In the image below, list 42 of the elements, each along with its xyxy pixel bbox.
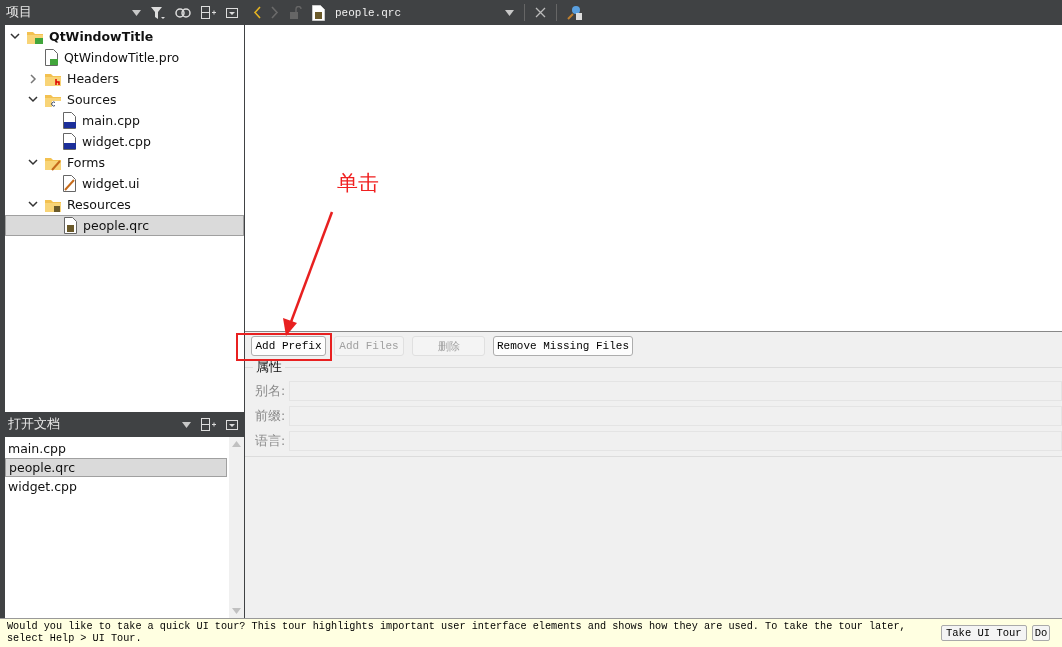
cpp-file-icon bbox=[62, 133, 77, 150]
tree-item[interactable]: Resources bbox=[5, 194, 244, 215]
document-item[interactable]: people.qrc bbox=[5, 458, 227, 477]
tree-item[interactable]: people.qrc bbox=[5, 215, 244, 236]
filter-icon[interactable] bbox=[151, 6, 165, 19]
tree-item[interactable]: widget.cpp bbox=[5, 131, 244, 152]
close-icon[interactable] bbox=[535, 7, 546, 18]
action-button[interactable]: Add Prefix bbox=[251, 336, 326, 356]
document-item[interactable]: main.cpp bbox=[5, 439, 227, 458]
document-item[interactable]: widget.cpp bbox=[5, 477, 227, 496]
ui-file-icon bbox=[62, 175, 77, 192]
tree-item[interactable]: Forms bbox=[5, 152, 244, 173]
panel-title: 项目 bbox=[6, 4, 33, 21]
close-panel-icon[interactable] bbox=[226, 419, 238, 430]
panel-title: 打开文档 bbox=[8, 416, 61, 433]
resource-file-icon bbox=[63, 217, 78, 234]
field-label: 前缀: bbox=[255, 407, 286, 425]
tree-item[interactable]: QtWindowTitle bbox=[5, 26, 244, 47]
dropdown-icon[interactable] bbox=[505, 9, 514, 16]
tour-message: Would you like to take a quick UI tour? This tour highlights important user interface elements and shows how they are used. To take the tour later, select Help > UI Tour. bbox=[6, 621, 907, 645]
split-icon[interactable] bbox=[201, 418, 216, 431]
tree-item[interactable]: widget.ui bbox=[5, 173, 244, 194]
close-panel-icon[interactable] bbox=[226, 7, 238, 18]
qt-file-icon bbox=[44, 49, 59, 66]
field-label: 语言: bbox=[255, 432, 286, 450]
tree-item[interactable]: Sources bbox=[5, 89, 244, 110]
field-label: 别名: bbox=[255, 382, 286, 400]
annotation-text: 单击 bbox=[337, 171, 379, 195]
dropdown-icon[interactable] bbox=[132, 9, 141, 16]
file-name[interactable]: people.qrc bbox=[335, 6, 495, 19]
tree-item[interactable]: main.cpp bbox=[5, 110, 244, 131]
link-icon[interactable] bbox=[175, 7, 191, 18]
tour-button[interactable]: Do bbox=[1031, 625, 1051, 641]
cpp-file-icon bbox=[62, 112, 77, 129]
back-icon[interactable] bbox=[253, 6, 261, 19]
split-icon[interactable] bbox=[201, 6, 216, 19]
tree-item[interactable]: Headers bbox=[5, 68, 244, 89]
action-button[interactable]: Remove Missing Files bbox=[493, 336, 634, 356]
tour-button[interactable]: Take UI Tour bbox=[941, 625, 1027, 641]
tree-item[interactable]: QtWindowTitle.pro bbox=[5, 47, 244, 68]
resource-file-icon bbox=[312, 4, 325, 21]
dropdown-icon[interactable] bbox=[182, 421, 191, 428]
